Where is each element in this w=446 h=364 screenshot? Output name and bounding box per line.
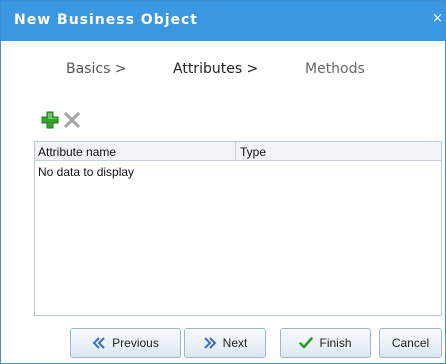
- double-chevron-right-icon: [203, 337, 217, 349]
- new-business-object-dialog: New Business Object × Basics > Attribute…: [0, 0, 446, 364]
- next-button-label: Next: [222, 336, 248, 350]
- wizard-step-basics[interactable]: Basics >: [66, 61, 127, 77]
- dialog-titlebar: New Business Object ×: [1, 1, 445, 41]
- add-attribute-button[interactable]: [41, 111, 59, 129]
- wizard-step-methods[interactable]: Methods: [305, 61, 365, 77]
- wizard-steps: Basics > Attributes > Methods: [1, 61, 445, 81]
- attributes-grid: Attribute name Type No data to display: [34, 141, 442, 316]
- column-header-type[interactable]: Type: [240, 145, 430, 159]
- double-chevron-left-icon: [92, 337, 105, 349]
- next-button[interactable]: Next: [184, 328, 266, 358]
- cancel-button-label: Cancel: [391, 336, 430, 350]
- gray-x-icon: [64, 112, 80, 128]
- close-button[interactable]: ×: [432, 12, 443, 26]
- delete-attribute-button[interactable]: [63, 111, 81, 129]
- column-header-attribute-name[interactable]: Attribute name: [38, 145, 235, 159]
- previous-button[interactable]: Previous: [70, 328, 181, 358]
- checkmark-icon: [299, 337, 314, 349]
- column-divider[interactable]: [235, 142, 236, 161]
- grid-header: Attribute name Type: [35, 142, 441, 161]
- cancel-button[interactable]: Cancel: [379, 328, 442, 358]
- finish-button-label: Finish: [319, 336, 352, 350]
- dialog-title: New Business Object: [14, 12, 198, 28]
- finish-button[interactable]: Finish: [280, 328, 371, 358]
- green-plus-icon: [41, 111, 59, 129]
- wizard-step-attributes[interactable]: Attributes >: [173, 61, 258, 77]
- empty-grid-message: No data to display: [38, 165, 135, 179]
- previous-button-label: Previous: [112, 336, 159, 350]
